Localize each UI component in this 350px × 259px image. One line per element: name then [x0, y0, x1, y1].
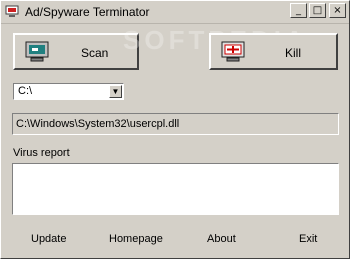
app-icon	[5, 5, 19, 17]
exit-link[interactable]: Exit	[299, 233, 317, 245]
kill-button[interactable]: Kill	[209, 33, 338, 70]
homepage-link[interactable]: Homepage	[109, 233, 163, 245]
scan-button[interactable]: Scan	[13, 33, 139, 70]
monitor-kill-icon	[221, 41, 245, 62]
maximize-button[interactable]: □	[309, 3, 326, 18]
path-field-value: C:\Windows\System32\usercpl.dll	[16, 118, 180, 130]
minimize-button[interactable]: _	[290, 3, 307, 18]
about-link[interactable]: About	[207, 233, 236, 245]
virus-report-area[interactable]	[12, 163, 339, 215]
monitor-scan-icon	[25, 41, 49, 62]
path-field[interactable]: C:\Windows\System32\usercpl.dll	[12, 113, 339, 135]
app-window: Ad/Spyware Terminator _ □ × Scan SOFTPED…	[0, 0, 350, 259]
close-button[interactable]: ×	[329, 3, 346, 18]
kill-label: Kill	[285, 46, 302, 60]
update-link[interactable]: Update	[31, 233, 66, 245]
virus-report-label: Virus report	[13, 147, 70, 159]
window-title: Ad/Spyware Terminator	[25, 5, 150, 19]
drive-select-value: C:\	[18, 85, 33, 97]
title-bar[interactable]: Ad/Spyware Terminator _ □ ×	[1, 1, 349, 24]
scan-label: Scan	[81, 46, 109, 60]
chevron-down-icon[interactable]: ▼	[109, 85, 122, 98]
drive-select[interactable]: C:\ ▼	[13, 83, 124, 100]
